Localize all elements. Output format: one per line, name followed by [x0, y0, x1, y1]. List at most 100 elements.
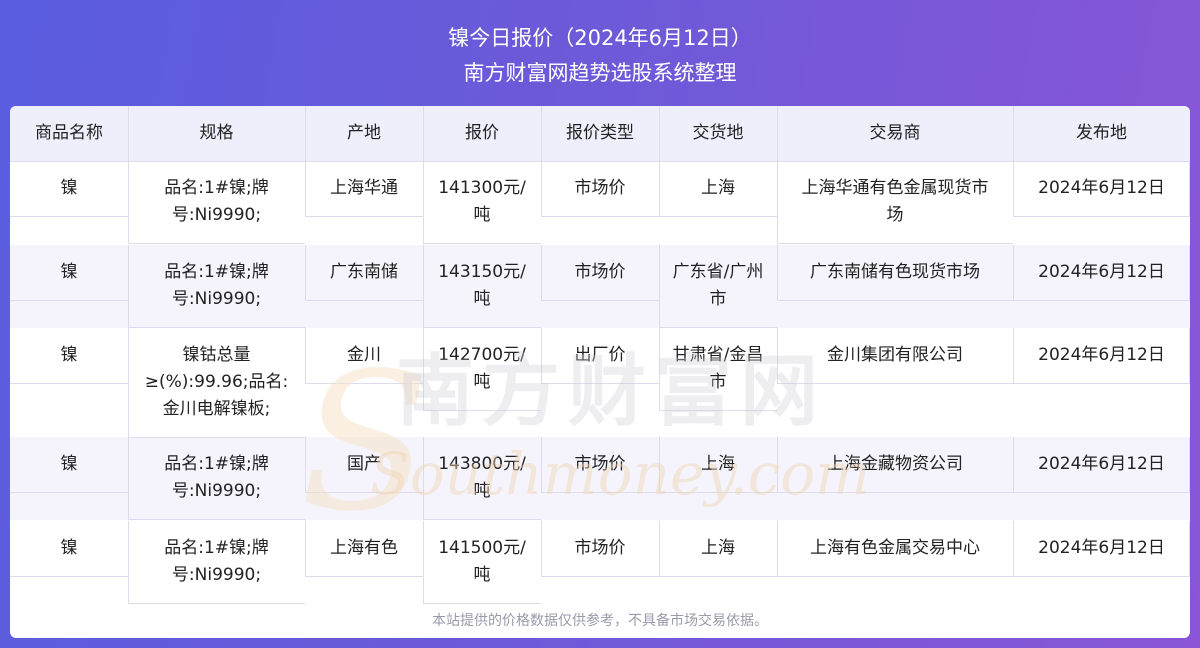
- cell-origin: 金川: [347, 345, 381, 365]
- cell-line: 吨: [473, 481, 491, 501]
- cell-line: 场: [886, 205, 904, 225]
- grid-line: [10, 576, 128, 577]
- cell-line: 142700元/: [438, 345, 526, 365]
- cell-delivery: 上海: [659, 521, 777, 562]
- cell-name: 镍: [60, 178, 78, 198]
- column-header-price: 报价: [465, 123, 499, 143]
- cell-spec: 品名:1#镍;牌 号:Ni9990;: [128, 245, 305, 313]
- cell-line: 品名:1#镍;牌: [164, 538, 269, 558]
- column-header-spec: 规格: [199, 123, 234, 143]
- grid-line: [777, 106, 778, 161]
- cell-price-type: 出厂价: [574, 345, 626, 365]
- cell-price: 142700元/吨: [423, 328, 541, 396]
- grid-line: [659, 492, 777, 493]
- cell-name: 镍: [60, 262, 78, 282]
- cell-line: 号:Ni9990;: [171, 289, 262, 309]
- cell-line: 甘肃省/金昌: [672, 345, 764, 365]
- cell-origin: 广东南储: [330, 262, 398, 282]
- cell-line: 金川电解镍板;: [162, 399, 271, 419]
- cell-line: 上海: [701, 538, 735, 558]
- grid-line: [128, 106, 129, 161]
- grid-line: [423, 410, 541, 411]
- grid-line: [1013, 492, 1190, 493]
- cell-line: 143150元/: [438, 262, 526, 282]
- grid-line: [10, 492, 128, 493]
- cell-spec: 镍钴总量 ≥(%):99.96;品名: 金川电解镍板;: [128, 328, 305, 423]
- cell-line: 吨: [473, 565, 491, 585]
- cell-line: 镍钴总量: [182, 345, 251, 365]
- column-header-publish: 发布地: [1076, 123, 1127, 143]
- cell-publish: 2024年6月12日: [1038, 345, 1165, 365]
- price-table-card: 商品名称 规格 产地 报价 报价类型 交货地 交易商 发布地 镍品名:1#镍;牌 号:Ni999…: [10, 106, 1190, 638]
- disclaimer: 本站提供的价格数据仅供参考，不具备市场交易依据。: [432, 613, 768, 629]
- grid-line: [1013, 383, 1190, 384]
- page-header: 镍今日报价（2024年6月12日） 南方财富网趋势选股系统整理: [0, 0, 1200, 104]
- cell-publish: 2024年6月12日: [1038, 178, 1165, 198]
- grid-line: [128, 243, 305, 244]
- cell-line: 品名:1#镍;牌: [164, 178, 269, 198]
- cell-line: 市: [709, 372, 727, 392]
- grid-line: [659, 216, 777, 217]
- column-header-origin: 产地: [347, 123, 381, 143]
- cell-line: 上海有色金属交易中心: [810, 538, 980, 558]
- grid-line: [423, 243, 541, 244]
- grid-line: [777, 576, 1013, 577]
- column-header-name: 商品名称: [35, 123, 103, 143]
- cell-price: 141300元/吨: [423, 161, 541, 229]
- cell-line: 号:Ni9990;: [171, 205, 262, 225]
- grid-line: [777, 300, 1013, 301]
- grid-line: [541, 106, 542, 161]
- cell-line: ≥(%):99.96;品名:: [144, 372, 289, 392]
- grid-line: [128, 519, 305, 520]
- grid-line: [1013, 106, 1014, 161]
- cell-trader: 上海华通有色金属现货市场: [777, 161, 1013, 229]
- grid-line: [305, 300, 423, 301]
- grid-line: [777, 492, 1013, 493]
- grid-line: [777, 383, 1013, 384]
- cell-name: 镍: [60, 538, 78, 558]
- cell-delivery: 上海: [659, 161, 777, 202]
- cell-price: 143150元/吨: [423, 245, 541, 313]
- cell-name: 镍: [60, 345, 78, 365]
- cell-line: 广东南储有色现货市场: [810, 262, 980, 282]
- cell-trader: 上海有色金属交易中心: [777, 521, 1013, 562]
- cell-line: 141500元/: [438, 538, 526, 558]
- cell-line: 吨: [473, 205, 491, 225]
- cell-trader: 广东南储有色现货市场: [777, 245, 1013, 286]
- cell-price-type: 市场价: [574, 538, 626, 558]
- cell-delivery: 甘肃省/金昌市: [659, 328, 777, 396]
- cell-line: 141300元/: [438, 178, 526, 198]
- column-header-price-type: 报价类型: [566, 123, 634, 143]
- cell-line: 号:Ni9990;: [171, 481, 262, 501]
- grid-line: [659, 410, 777, 411]
- grid-line: [659, 576, 777, 577]
- cell-price: 143800元/吨: [423, 437, 541, 505]
- cell-origin: 国产: [347, 454, 381, 474]
- cell-delivery: 上海: [659, 437, 777, 478]
- cell-trader: 上海金藏物资公司: [777, 437, 1013, 478]
- grid-line: [305, 383, 423, 384]
- cell-line: 上海: [701, 178, 735, 198]
- cell-line: 号:Ni9990;: [171, 565, 262, 585]
- page-title: 镍今日报价（2024年6月12日）: [448, 26, 752, 50]
- cell-price-type: 市场价: [574, 178, 626, 198]
- cell-line: 上海华通有色金属现货市: [801, 178, 989, 198]
- grid-line: [10, 300, 128, 301]
- grid-line: [305, 576, 423, 577]
- cell-line: 品名:1#镍;牌: [164, 454, 269, 474]
- grid-line: [10, 216, 128, 217]
- cell-spec: 品名:1#镍;牌 号:Ni9990;: [128, 437, 305, 505]
- grid-line: [541, 216, 659, 217]
- column-header-delivery: 交货地: [692, 123, 744, 143]
- grid-line: [305, 492, 423, 493]
- cell-line: 吨: [473, 289, 491, 309]
- cell-delivery: 广东省/广州市: [659, 245, 777, 313]
- cell-publish: 2024年6月12日: [1038, 262, 1165, 282]
- cell-publish: 2024年6月12日: [1038, 454, 1165, 474]
- grid-line: [541, 300, 659, 301]
- cell-line: 广东省/广州: [672, 262, 764, 282]
- grid-line: [541, 383, 659, 384]
- cell-price-type: 市场价: [574, 262, 626, 282]
- cell-price-type: 市场价: [574, 454, 626, 474]
- grid-line: [423, 106, 424, 161]
